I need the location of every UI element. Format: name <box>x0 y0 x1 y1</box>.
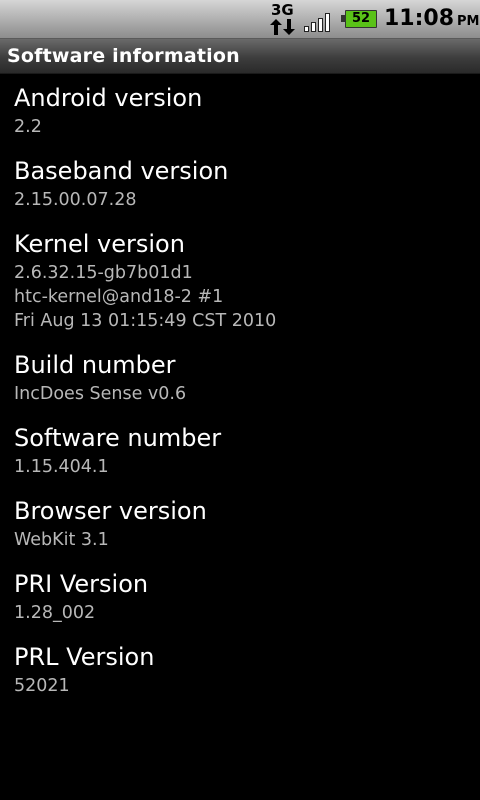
item-label: Build number <box>14 351 176 379</box>
item-value: Fri Aug 13 01:15:49 CST 2010 <box>14 311 277 331</box>
signal-bars-icon <box>304 10 334 32</box>
status-bar: 3G 52 11:08 PM <box>0 0 480 39</box>
item-label: Browser version <box>14 497 207 525</box>
info-item-browser-version: Browser version WebKit 3.1 <box>14 495 474 552</box>
clock-ampm: PM <box>457 14 480 29</box>
item-value: 2.2 <box>14 117 42 137</box>
info-item-kernel-version: Kernel version 2.6.32.15-gb7b01d1 htc-ke… <box>14 228 474 333</box>
data-arrows-icon: 3G <box>270 2 296 36</box>
info-item-pri-version: PRI Version 1.28_002 <box>14 568 474 625</box>
item-label: Baseband version <box>14 157 229 185</box>
software-info-list: Android version 2.2 Baseband version 2.1… <box>14 82 474 698</box>
item-value: 1.15.404.1 <box>14 457 109 477</box>
item-value: 2.6.32.15-gb7b01d1 <box>14 263 193 283</box>
battery-icon: 52 <box>341 10 377 28</box>
item-value: IncDoes Sense v0.6 <box>14 384 187 404</box>
info-item-software-number: Software number 1.15.404.1 <box>14 422 474 479</box>
info-item-baseband-version: Baseband version 2.15.00.07.28 <box>14 155 474 212</box>
page-title: Software information <box>7 45 240 67</box>
item-value: 2.15.00.07.28 <box>14 190 137 210</box>
item-label: Software number <box>14 424 222 452</box>
item-label: PRL Version <box>14 643 155 671</box>
item-label: Kernel version <box>14 230 185 258</box>
network-type-label: 3G <box>271 1 294 19</box>
clock-time: 11:08 <box>384 6 455 31</box>
battery-level: 52 <box>351 11 371 26</box>
item-label: Android version <box>14 84 203 112</box>
info-item-prl-version: PRL Version 52021 <box>14 641 474 698</box>
title-bar: Software information <box>0 39 480 74</box>
status-clock: 11:08 PM <box>384 4 480 34</box>
item-value: htc-kernel@and18-2 #1 <box>14 287 224 307</box>
info-item-build-number: Build number IncDoes Sense v0.6 <box>14 349 474 406</box>
item-label: PRI Version <box>14 570 149 598</box>
item-value: 52021 <box>14 676 70 696</box>
item-value: WebKit 3.1 <box>14 530 109 550</box>
item-value: 1.28_002 <box>14 603 96 623</box>
info-item-android-version: Android version 2.2 <box>14 82 474 139</box>
